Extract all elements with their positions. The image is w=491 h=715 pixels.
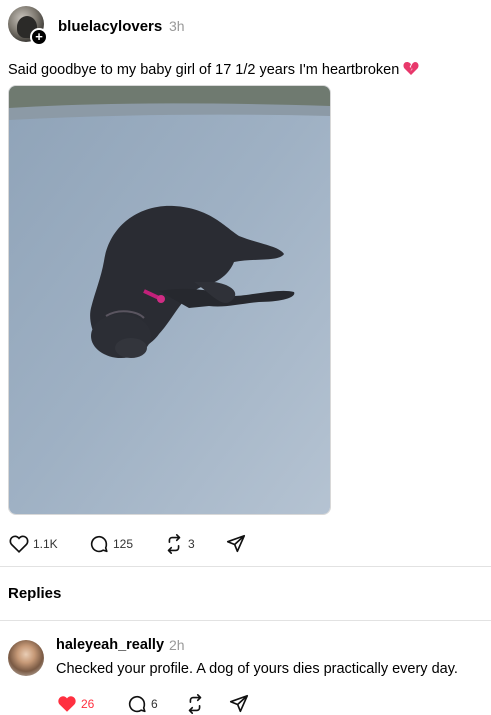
reply-text: Checked your profile. A dog of yours die… <box>56 661 458 677</box>
reply-username[interactable]: haleyeah_really <box>56 637 164 653</box>
replies-heading: Replies <box>8 585 62 602</box>
send-icon <box>226 534 246 553</box>
divider <box>0 566 491 567</box>
repost-button[interactable]: 3 <box>163 533 195 555</box>
reply-like-count: 26 <box>81 697 95 711</box>
post-image[interactable] <box>8 85 331 515</box>
reply-comment-count: 6 <box>151 697 158 711</box>
repost-icon <box>167 534 181 554</box>
reply-avatar[interactable] <box>8 640 44 676</box>
reply-comment-button[interactable]: 6 <box>126 693 158 715</box>
post-username[interactable]: bluelacylovers <box>58 18 162 35</box>
post-timestamp: 3h <box>169 18 185 34</box>
share-button[interactable] <box>225 533 247 555</box>
send-icon <box>229 694 249 713</box>
post-actions: 1.1K 125 3 <box>8 533 308 555</box>
post-text: Said goodbye to my baby girl of 17 1/2 y… <box>8 61 419 80</box>
reply-actions: 26 6 <box>56 693 356 715</box>
reply-timestamp: 2h <box>169 637 185 653</box>
reply-share-button[interactable] <box>228 693 250 715</box>
comment-icon <box>90 535 108 553</box>
comment-button[interactable]: 125 <box>88 533 133 555</box>
follow-plus-icon[interactable]: + <box>30 28 48 46</box>
comment-icon <box>128 695 146 713</box>
reply-repost-button[interactable] <box>184 693 206 715</box>
repost-icon <box>188 694 202 714</box>
reply-like-button[interactable]: 26 <box>56 693 94 715</box>
broken-heart-icon <box>403 61 419 80</box>
divider <box>0 620 491 621</box>
comment-count: 125 <box>113 537 134 551</box>
post-header: + bluelacylovers 3h <box>8 6 478 46</box>
heart-icon <box>9 535 29 553</box>
repost-count: 3 <box>188 537 195 551</box>
post-text-content: Said goodbye to my baby girl of 17 1/2 y… <box>8 62 400 78</box>
like-count: 1.1K <box>33 537 58 551</box>
heart-filled-icon <box>58 696 76 712</box>
like-button[interactable]: 1.1K <box>8 533 58 555</box>
